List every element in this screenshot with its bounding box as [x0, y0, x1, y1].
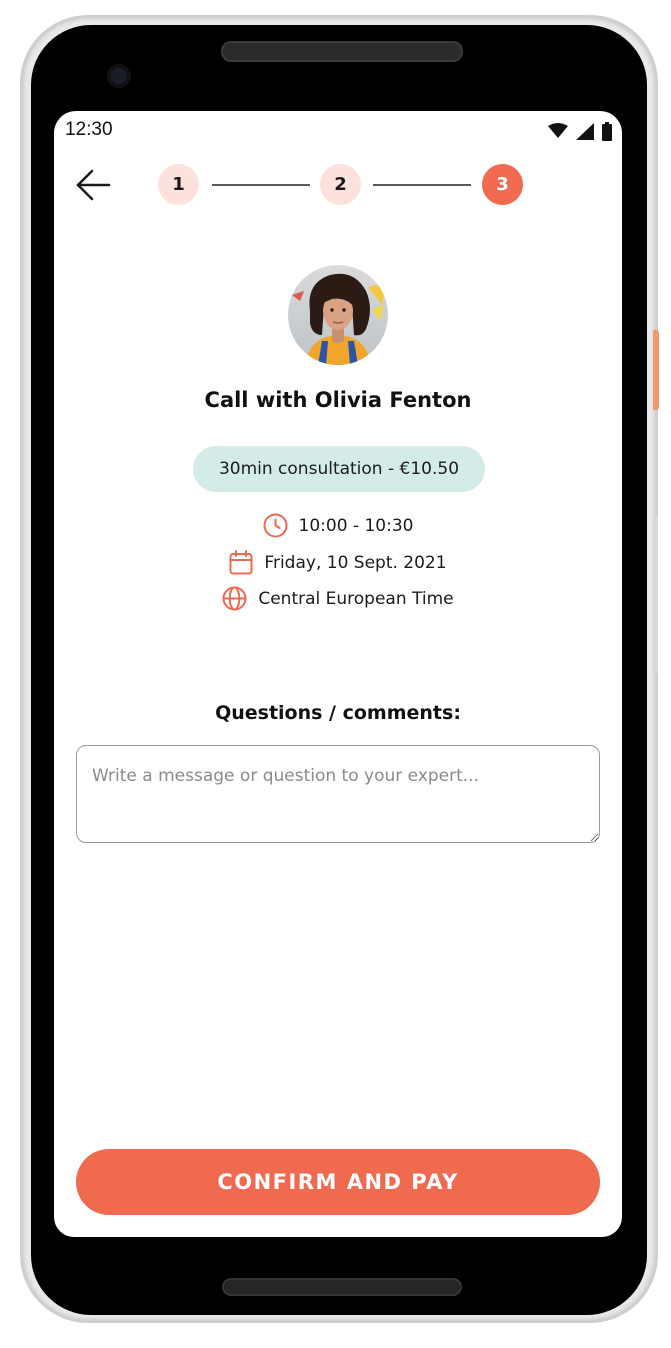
calendar-icon	[229, 550, 253, 575]
back-arrow-icon[interactable]	[74, 168, 112, 202]
step-3[interactable]: 3	[482, 164, 523, 205]
appointment-date: Friday, 10 Sept. 2021	[264, 552, 447, 573]
device-speaker	[221, 41, 463, 62]
call-title: Call with Olivia Fenton	[204, 388, 472, 412]
step-connector	[212, 184, 310, 186]
power-button	[653, 330, 659, 410]
status-icons	[548, 121, 612, 141]
globe-icon	[222, 586, 247, 611]
app-screen: 12:30 1 2 3 Call with Olivia Fenton 30mi…	[54, 111, 622, 1237]
timezone-row: Central European Time	[54, 586, 622, 611]
step-2[interactable]: 2	[320, 164, 361, 205]
time-range: 10:00 - 10:30	[298, 515, 414, 536]
step-connector	[373, 184, 471, 186]
questions-label: Questions / comments:	[215, 702, 461, 724]
step-1[interactable]: 1	[158, 164, 199, 205]
front-camera	[107, 64, 131, 88]
date-row: Friday, 10 Sept. 2021	[54, 550, 622, 575]
clock-icon	[263, 513, 288, 538]
volume-button	[653, 515, 658, 675]
timezone: Central European Time	[258, 588, 454, 609]
time-row: 10:00 - 10:30	[54, 513, 622, 538]
status-time: 12:30	[65, 119, 113, 140]
wifi-icon	[548, 123, 568, 138]
consultation-price-badge: 30min consultation - €10.50	[193, 446, 485, 492]
signal-icon	[576, 122, 594, 140]
confirm-and-pay-button[interactable]: CONFIRM AND PAY	[76, 1149, 600, 1215]
message-textarea[interactable]	[76, 745, 600, 843]
device-bottom-speaker	[222, 1278, 462, 1296]
battery-icon	[602, 121, 612, 141]
expert-avatar	[288, 265, 388, 365]
